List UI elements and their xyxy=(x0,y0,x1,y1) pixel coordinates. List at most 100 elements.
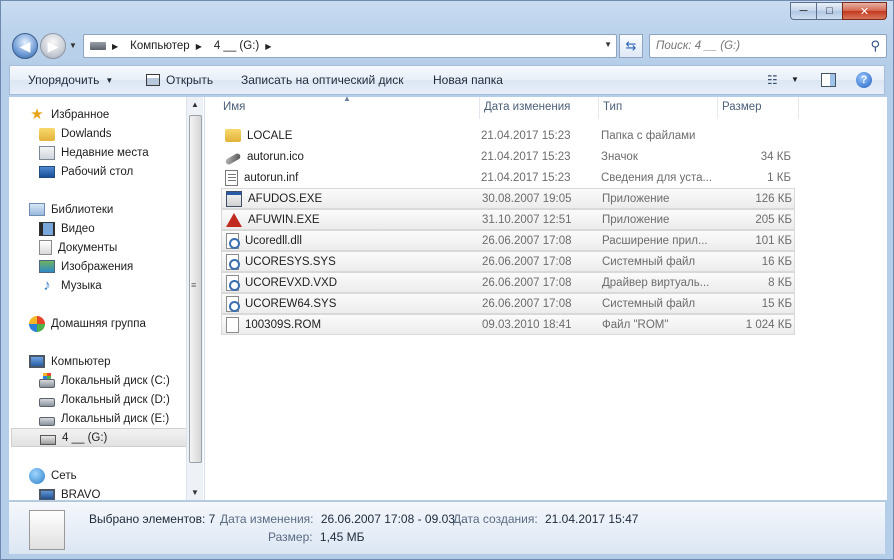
open-button[interactable]: Открыть xyxy=(146,73,213,87)
search-box[interactable]: ⚲ xyxy=(649,34,887,58)
file-name-cell[interactable]: UCOREVXD.VXD xyxy=(222,274,482,291)
sidebar-item-recent[interactable]: Недавние места xyxy=(39,143,149,162)
file-type: Приложение xyxy=(602,213,670,226)
file-name-cell[interactable]: autorun.inf xyxy=(221,169,481,186)
images-icon xyxy=(39,260,55,273)
modified-value: 26.06.2007 17:08 - 09.03.... xyxy=(320,512,469,526)
sidebar-item-favorites[interactable]: ★ Избранное xyxy=(29,105,109,124)
file-name-cell[interactable]: UCOREW64.SYS xyxy=(222,295,482,312)
minimize-button[interactable]: ─ xyxy=(790,2,816,20)
sidebar-item-label: Недавние места xyxy=(61,146,149,159)
file-row[interactable]: AFUDOS.EXE 30.08.2007 19:05 Приложение 126 … xyxy=(221,188,795,209)
file-size: 126 КБ xyxy=(755,192,792,205)
breadcrumb-drive-g[interactable]: 4 __ (G:) xyxy=(214,40,259,52)
recent-pages-dropdown[interactable]: ▼ xyxy=(69,41,77,50)
file-name-cell[interactable]: UCORESYS.SYS xyxy=(222,253,482,270)
file-row[interactable]: UCOREVXD.VXD 26.06.2007 17:08 Драйвер вирт… xyxy=(221,272,795,293)
file-name-cell[interactable]: AFUWIN.EXE xyxy=(222,212,482,227)
created-label: Дата создания: xyxy=(453,512,538,526)
organize-button[interactable]: Упорядочить ▼ xyxy=(28,73,113,87)
file-name: 100309S.ROM xyxy=(245,318,322,331)
file-name: Ucoredll.dll xyxy=(245,234,302,247)
file-name-cell[interactable]: Ucoredll.dll xyxy=(222,232,482,249)
address-bar[interactable]: ▶ Компьютер ▶ 4 __ (G:) ▶ ▼ xyxy=(83,34,617,58)
file-row[interactable]: AFUWIN.EXE 31.10.2007 12:51 Приложение 205 … xyxy=(221,209,795,230)
file-row[interactable]: autorun.ico 21.04.2017 15:23 Значок 34 КБ xyxy=(221,146,795,167)
maximize-button[interactable]: □ xyxy=(816,2,842,20)
close-button[interactable]: ✕ xyxy=(842,2,887,20)
breadcrumb-computer[interactable]: Компьютер xyxy=(130,40,190,52)
back-button[interactable]: ◀ xyxy=(12,33,38,59)
chevron-right-icon: ▶ xyxy=(112,41,119,51)
preview-pane-button[interactable] xyxy=(821,73,836,87)
sidebar-item-libraries[interactable]: Библиотеки xyxy=(29,200,113,219)
folder-icon xyxy=(39,128,55,141)
organize-label: Упорядочить xyxy=(28,73,100,87)
column-name[interactable]: Имя xyxy=(219,97,480,119)
column-date[interactable]: Дата изменения xyxy=(480,97,599,119)
file-row[interactable]: LOCALE 21.04.2017 15:23 Папка с файлами xyxy=(221,125,795,146)
column-header: ▲ Имя Дата изменения Тип Размер xyxy=(219,94,799,119)
exe-icon xyxy=(226,190,242,207)
sidebar-item-disk-e[interactable]: Локальный диск (E:) xyxy=(39,409,169,428)
sidebar-item-label: Локальный диск (D:) xyxy=(61,393,170,406)
breadcrumb-arrow[interactable]: ▶ xyxy=(265,42,277,51)
sidebar-item-dowlands[interactable]: Dowlands xyxy=(39,124,112,143)
breadcrumb-arrow[interactable]: ▶ xyxy=(196,42,208,51)
sidebar-item-music[interactable]: ♪ Музыка xyxy=(39,276,101,295)
created-date: Дата создания: 21.04.2017 15:47 xyxy=(453,512,638,526)
sidebar-item-homegroup[interactable]: Домашняя группа xyxy=(29,314,146,333)
file-name-cell[interactable]: 100309S.ROM xyxy=(222,316,482,333)
arrow-right-icon: ▶ xyxy=(47,37,59,54)
new-folder-button[interactable]: Новая папка xyxy=(433,73,503,87)
sidebar-item-bravo[interactable]: BRAVO xyxy=(39,485,100,500)
file-row[interactable]: Ucoredll.dll 26.06.2007 17:08 Расширение п… xyxy=(221,230,795,251)
file-name-cell[interactable]: LOCALE xyxy=(221,129,481,142)
views-icon[interactable]: ☷ xyxy=(767,73,778,87)
sidebar-item-disk-d[interactable]: Локальный диск (D:) xyxy=(39,390,170,409)
file-type: Папка с файлами xyxy=(601,129,696,142)
file-row[interactable]: 100309S.ROM 09.03.2010 18:41 Файл "ROM" 1 0… xyxy=(221,314,795,335)
navigation-pane: ★ Избранное Dowlands Недавние места Рабо… xyxy=(9,97,205,500)
views-dropdown[interactable]: ▼ xyxy=(791,75,799,84)
sidebar-item-video[interactable]: Видео xyxy=(39,219,95,238)
breadcrumb-arrow[interactable]: ▶ xyxy=(112,42,124,51)
file-name-cell[interactable]: AFUDOS.EXE xyxy=(222,190,482,207)
address-history-dropdown[interactable]: ▼ xyxy=(604,40,612,49)
sidebar-item-computer[interactable]: Компьютер xyxy=(29,352,111,371)
open-label: Открыть xyxy=(166,73,214,87)
file-date: 21.04.2017 15:23 xyxy=(481,150,571,163)
file-name-cell[interactable]: autorun.ico xyxy=(221,150,481,166)
scroll-down-icon[interactable]: ▼ xyxy=(191,488,199,497)
file-name: UCOREVXD.VXD xyxy=(245,276,338,289)
search-icon[interactable]: ⚲ xyxy=(870,38,880,54)
sidebar-item-network[interactable]: Сеть xyxy=(29,466,77,485)
sidebar-scrollbar[interactable]: ▲ ≡ ▼ xyxy=(186,97,203,500)
scroll-up-icon[interactable]: ▲ xyxy=(191,100,199,109)
burn-button[interactable]: Записать на оптический диск xyxy=(241,73,404,87)
navigation-bar: ◀ ▶ ▼ ▶ Компьютер ▶ 4 __ (G:) ▶ ▼ ⇆ ⚲ xyxy=(9,31,887,59)
file-row[interactable]: autorun.inf 21.04.2017 15:23 Сведения для … xyxy=(221,167,795,188)
column-type[interactable]: Тип xyxy=(599,97,718,119)
file-name: autorun.ico xyxy=(247,150,304,163)
file-date: 21.04.2017 15:23 xyxy=(481,129,571,142)
help-button[interactable]: ? xyxy=(856,72,872,88)
file-list-pane: ▲ Имя Дата изменения Тип Размер LOCALE 21… xyxy=(205,94,887,500)
sys-icon xyxy=(226,274,240,291)
file-date: 21.04.2017 15:23 xyxy=(481,171,571,184)
search-input[interactable] xyxy=(656,36,856,56)
music-icon: ♪ xyxy=(43,276,51,294)
sidebar-item-disk-g[interactable]: 4 __ (G:) xyxy=(11,428,187,447)
sidebar-item-documents[interactable]: Документы xyxy=(39,238,117,257)
column-size[interactable]: Размер xyxy=(718,97,799,119)
drive-icon xyxy=(90,42,106,50)
sidebar-item-desktop[interactable]: Рабочий стол xyxy=(39,162,133,181)
file-size: 16 КБ xyxy=(761,255,792,268)
forward-button[interactable]: ▶ xyxy=(40,33,66,59)
sidebar-item-disk-c[interactable]: Локальный диск (C:) xyxy=(39,371,170,390)
refresh-button[interactable]: ⇆ xyxy=(619,34,643,58)
file-row[interactable]: UCOREW64.SYS 26.06.2007 17:08 Системный фа… xyxy=(221,293,795,314)
sidebar-item-images[interactable]: Изображения xyxy=(39,257,133,276)
file-row[interactable]: UCORESYS.SYS 26.06.2007 17:08 Системный фа… xyxy=(221,251,795,272)
video-icon xyxy=(39,221,55,236)
